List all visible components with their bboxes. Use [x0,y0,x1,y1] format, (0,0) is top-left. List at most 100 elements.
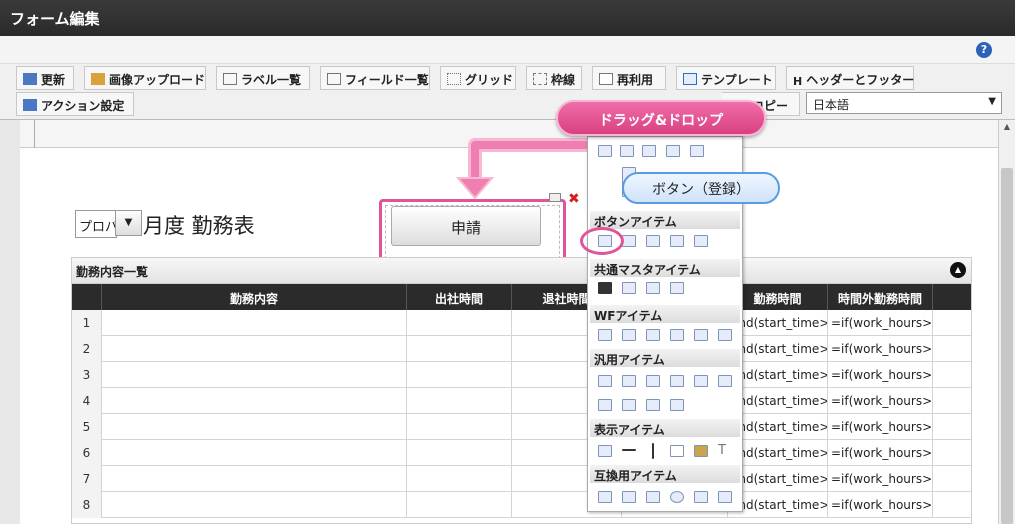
work-hours-cell[interactable]: and(start_time> [728,466,828,492]
next-button-icon[interactable] [622,235,636,247]
table-cell[interactable] [407,414,512,440]
border-button[interactable]: 枠線 [526,66,582,90]
overtime-cell[interactable]: =if(work_hours>8, [828,362,933,388]
table-cell[interactable] [102,440,407,466]
card-icon[interactable] [622,399,636,411]
wf-document-icon[interactable] [670,329,684,341]
table-cell[interactable] [407,466,512,492]
work-hours-cell[interactable]: and(start_time> [728,414,828,440]
wf-image-icon[interactable] [646,329,660,341]
edit-icon[interactable] [549,193,561,202]
overtime-cell[interactable]: =if(work_hours>8, [828,466,933,492]
field-list-button[interactable]: フィールド一覧 [320,66,430,90]
upload-icon[interactable] [694,375,708,387]
work-hours-cell[interactable]: and(start_time> [728,362,828,388]
label-list-button[interactable]: ラベル一覧 [216,66,310,90]
scroll-up-icon[interactable]: ▲ [999,122,1015,134]
group-icon[interactable] [670,282,684,294]
overtime-cell[interactable]: =if(work_hours>8, [828,336,933,362]
general-document-icon[interactable] [622,375,636,387]
table-cell[interactable] [407,362,512,388]
scroll-thumb[interactable] [1001,168,1013,524]
table-cell[interactable] [102,492,407,518]
palette-date-icon[interactable] [666,145,680,157]
table-cell[interactable] [933,310,971,336]
schedule-icon[interactable] [670,399,684,411]
overtime-cell[interactable]: =if(work_hours>8, [828,388,933,414]
camera-icon[interactable] [646,375,660,387]
compat-table-icon[interactable] [718,491,732,503]
work-hours-cell[interactable]: and(start_time> [728,336,828,362]
overtime-cell[interactable]: =if(work_hours>8, [828,440,933,466]
horizontal-line-icon[interactable] [622,449,636,451]
tree-icon[interactable] [646,399,660,411]
frame-icon[interactable] [670,445,684,457]
table-cell[interactable] [102,466,407,492]
download-icon[interactable] [718,375,732,387]
table-cell[interactable] [407,310,512,336]
user-icon[interactable] [598,282,612,294]
table-cell[interactable] [102,414,407,440]
vertical-scrollbar[interactable]: ▲ [998,120,1015,524]
month-select[interactable]: プロパ ▼ [75,210,143,238]
wf-form-icon[interactable] [598,329,612,341]
table-cell[interactable] [933,440,971,466]
reuse-button[interactable]: 再利用 [592,66,666,90]
delete-icon[interactable]: ✖ [568,191,580,207]
wf-user-icon[interactable] [694,329,708,341]
folder-icon[interactable] [670,375,684,387]
overtime-cell[interactable]: =if(work_hours>8, [828,414,933,440]
vertical-line-icon[interactable] [652,443,654,459]
compat-list-icon[interactable] [694,491,708,503]
work-hours-cell[interactable]: and(start_time> [728,310,828,336]
table-cell[interactable] [933,336,971,362]
table-cell[interactable] [102,362,407,388]
palette-number-icon[interactable] [620,145,634,157]
return-button-icon[interactable] [670,235,684,247]
stamp-icon[interactable] [718,329,732,341]
role-icon[interactable] [646,282,660,294]
table-cell[interactable] [933,492,971,518]
radio-icon[interactable] [670,491,684,503]
panel-icon[interactable] [598,399,612,411]
table-cell[interactable] [102,336,407,362]
collapse-icon[interactable]: ▲ [950,262,966,278]
table-cell[interactable] [933,466,971,492]
chevron-down-icon[interactable]: ▼ [115,210,142,236]
palette-calendar-icon[interactable] [690,145,704,157]
attachment-icon[interactable] [622,329,636,341]
text-icon[interactable]: T [718,444,732,457]
table-cell[interactable] [933,414,971,440]
palette-text-icon[interactable] [598,145,612,157]
overtime-cell[interactable]: =if(work_hours>8, [828,310,933,336]
forward-button-icon[interactable] [694,235,708,247]
table-cell[interactable] [407,440,512,466]
compat-grid-icon[interactable] [622,491,636,503]
table-cell[interactable] [933,362,971,388]
work-hours-cell[interactable]: and(start_time> [728,440,828,466]
image-icon[interactable] [694,445,708,457]
table-cell[interactable] [102,388,407,414]
table-cell[interactable] [933,388,971,414]
checkbox-icon[interactable] [646,491,660,503]
table-cell[interactable] [407,492,512,518]
work-hours-cell[interactable]: and(start_time> [728,388,828,414]
label-icon[interactable] [598,445,612,457]
grid-button[interactable]: グリッド [440,66,516,90]
general-field-icon[interactable] [598,375,612,387]
palette-formula-icon[interactable] [642,145,656,157]
table-cell[interactable] [407,388,512,414]
compat-comment-icon[interactable] [598,491,612,503]
action-settings-button[interactable]: アクション設定 [16,92,134,116]
help-icon[interactable]: ? [976,42,992,58]
update-button[interactable]: 更新 [16,66,74,90]
table-cell[interactable] [102,310,407,336]
image-upload-button[interactable]: 画像アップロード [84,66,206,90]
language-select[interactable]: 日本語 ▼ [806,92,1002,114]
organization-icon[interactable] [622,282,636,294]
table-cell[interactable] [407,336,512,362]
work-hours-cell[interactable]: and(start_time> [728,492,828,518]
back-button-icon[interactable] [646,235,660,247]
apply-button[interactable]: 申請 [391,206,541,246]
template-button[interactable]: テンプレート [676,66,776,90]
